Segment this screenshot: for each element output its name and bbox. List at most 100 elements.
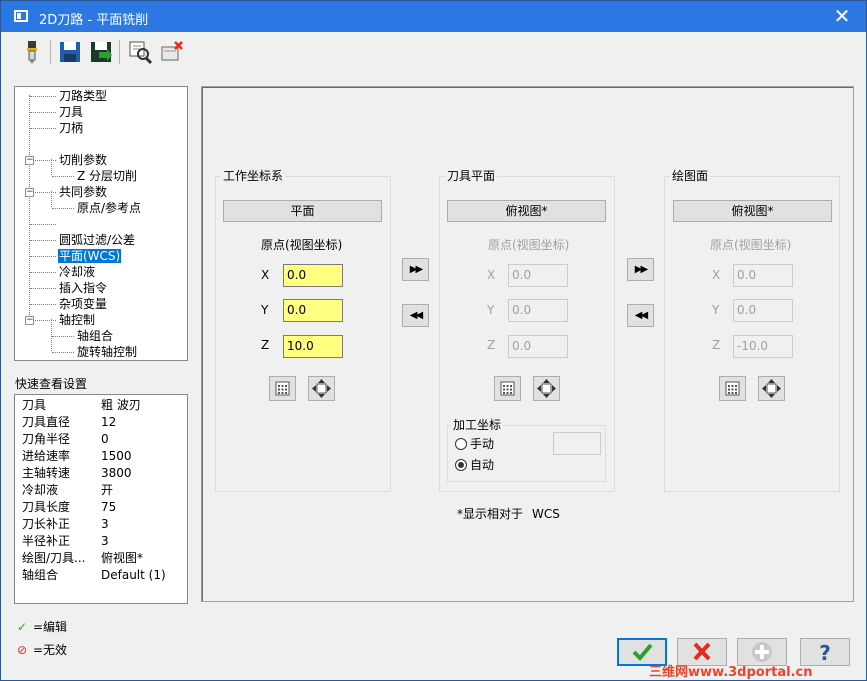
quick-view-row: 进给速率 1500 [22, 448, 182, 465]
work-offset-input [553, 432, 601, 455]
tree-line [35, 320, 56, 321]
collapse-icon[interactable]: − [25, 316, 34, 325]
tool-plane-calculator-button[interactable] [494, 376, 521, 401]
quick-view-value: 1500 [101, 449, 132, 463]
work-offset-auto-label: 自动 [470, 458, 495, 472]
construction-plane-calculator-button[interactable] [719, 376, 746, 401]
tree-line [51, 319, 52, 351]
move-arrows-icon [537, 379, 556, 398]
tool-plane-origin-x-input: 0.0 [508, 264, 568, 287]
tool-plane-title: 刀具平面 [445, 169, 498, 183]
wcs-group [215, 176, 391, 492]
tree-line [30, 272, 56, 273]
quick-view-value: 3 [101, 517, 109, 531]
construction-plane-select-origin-button[interactable] [758, 376, 785, 401]
tree-item-canned-text[interactable]: 插入指令 [59, 280, 107, 296]
quick-view-row: 刀具 粗 波刃 [22, 397, 182, 414]
calculator-icon [275, 381, 290, 396]
construction-plane-origin-y-input: 0.0 [733, 299, 793, 322]
construction-plane-group [664, 176, 840, 492]
toolbar-separator [119, 40, 120, 64]
quick-view-key: 刀具长度 [22, 500, 71, 514]
calculator-icon [725, 381, 740, 396]
tree-item-linking-parameters[interactable]: 共同参数 [59, 184, 107, 200]
tool-plane-y-label: Y [487, 303, 495, 317]
quick-view-value: 75 [101, 500, 117, 514]
copy-left-button[interactable]: ◀◀ [402, 304, 429, 327]
save-icon[interactable] [57, 39, 83, 65]
quick-view-key: 刀具直径 [22, 415, 71, 429]
copy-left-button-2[interactable]: ◀◀ [627, 304, 654, 327]
tree-line [51, 191, 52, 207]
copy-right-button[interactable]: ▶▶ [402, 258, 429, 281]
wcs-y-label: Y [261, 303, 269, 317]
tree-line [30, 256, 56, 257]
title-bar: 2D刀路 - 平面铣削 ✕ [1, 1, 866, 32]
legend-invalid: ⊘ =无效 [17, 642, 67, 658]
quick-view-value: 粗 波刃 [101, 398, 141, 412]
quick-view-value: 0 [101, 432, 109, 446]
tree-line [30, 96, 56, 97]
wcs-origin-label: 原点(视图坐标) [261, 238, 343, 252]
tree-item-arc-filter[interactable]: 圆弧过滤/公差 [59, 232, 135, 248]
planes-panel: 工作坐标系 平面 原点(视图坐标) X 0.0 Y 0.0 Z 10.0 ▶▶ … [201, 86, 854, 602]
quick-view-row: 主轴转速 3800 [22, 465, 182, 482]
quick-view-key: 进给速率 [22, 449, 71, 463]
tree-item-coolant[interactable]: 冷却液 [59, 264, 95, 280]
tree-line [30, 112, 56, 113]
save-as-icon[interactable] [88, 39, 114, 65]
tree-item-axis-combination[interactable]: 轴组合 [77, 328, 113, 344]
quick-view-row: 刀长补正 3 [22, 516, 182, 533]
tree-line [30, 224, 56, 225]
tree-item-depth-cuts[interactable]: Z 分层切削 [77, 168, 137, 184]
collapse-icon[interactable]: − [25, 188, 34, 197]
copy-right-button-2[interactable]: ▶▶ [627, 258, 654, 281]
wcs-origin-y-input[interactable]: 0.0 [283, 299, 343, 322]
work-offset-auto-radio[interactable] [455, 459, 467, 471]
tree-item-misc-values[interactable]: 杂项变量 [59, 296, 107, 312]
disable-icon[interactable] [159, 39, 185, 65]
window-title: 2D刀路 - 平面铣削 [39, 13, 149, 28]
construction-plane-button[interactable]: 俯视图* [673, 200, 832, 222]
quick-view-title: 快速查看设置 [15, 377, 88, 391]
wcs-select-origin-button[interactable] [308, 376, 335, 401]
app-icon [14, 10, 28, 22]
tree-line [52, 176, 74, 177]
quick-view-row: 刀角半径 0 [22, 431, 182, 448]
close-button[interactable]: ✕ [830, 4, 854, 28]
wcs-origin-x-input[interactable]: 0.0 [283, 264, 343, 287]
tree-item-toolpath-type[interactable]: 刀路类型 [59, 88, 107, 104]
quick-view-key: 半径补正 [22, 534, 71, 548]
wcs-origin-z-input[interactable]: 10.0 [283, 335, 343, 358]
quick-view-value: Default (1) [101, 568, 166, 582]
construction-plane-origin-label: 原点(视图坐标) [710, 238, 792, 252]
dialog-window: 2D刀路 - 平面铣削 ✕ 刀路类型 刀具 刀柄 − 切削参数 Z 分层切削 −… [0, 0, 867, 681]
tree-item-holder[interactable]: 刀柄 [59, 120, 83, 136]
display-relative-label: *显示相对于 [457, 507, 524, 521]
collapse-icon[interactable]: − [25, 156, 34, 165]
quick-view-row: 轴组合 Default (1) [22, 567, 182, 584]
quick-view-key: 刀长补正 [22, 517, 71, 531]
legend-edit: ✓ =编辑 [17, 619, 67, 635]
preview-icon[interactable] [127, 39, 153, 65]
tree-item-home-ref-points[interactable]: 原点/参考点 [77, 200, 141, 216]
move-arrows-icon [762, 379, 781, 398]
work-offset-manual-radio[interactable] [455, 438, 467, 450]
construction-plane-origin-x-input: 0.0 [733, 264, 793, 287]
tree-line [52, 208, 74, 209]
tree-item-tool[interactable]: 刀具 [59, 104, 83, 120]
tree-item-rotary-axis-control[interactable]: 旋转轴控制 [77, 344, 137, 360]
tool-icon[interactable] [19, 39, 45, 65]
tree-item-cut-parameters[interactable]: 切削参数 [59, 152, 107, 168]
legend-edit-label: =编辑 [33, 620, 68, 634]
toolbar [1, 32, 866, 72]
edit-check-icon: ✓ [17, 620, 28, 634]
tree-line [30, 288, 56, 289]
tool-plane-button[interactable]: 俯视图* [447, 200, 606, 222]
construction-plane-x-label: X [712, 268, 721, 282]
tree-item-planes-wcs[interactable]: 平面(WCS) [58, 248, 122, 264]
tool-plane-select-origin-button[interactable] [533, 376, 560, 401]
tree-item-axis-control[interactable]: 轴控制 [59, 312, 95, 328]
wcs-plane-button[interactable]: 平面 [223, 200, 382, 222]
wcs-calculator-button[interactable] [269, 376, 296, 401]
